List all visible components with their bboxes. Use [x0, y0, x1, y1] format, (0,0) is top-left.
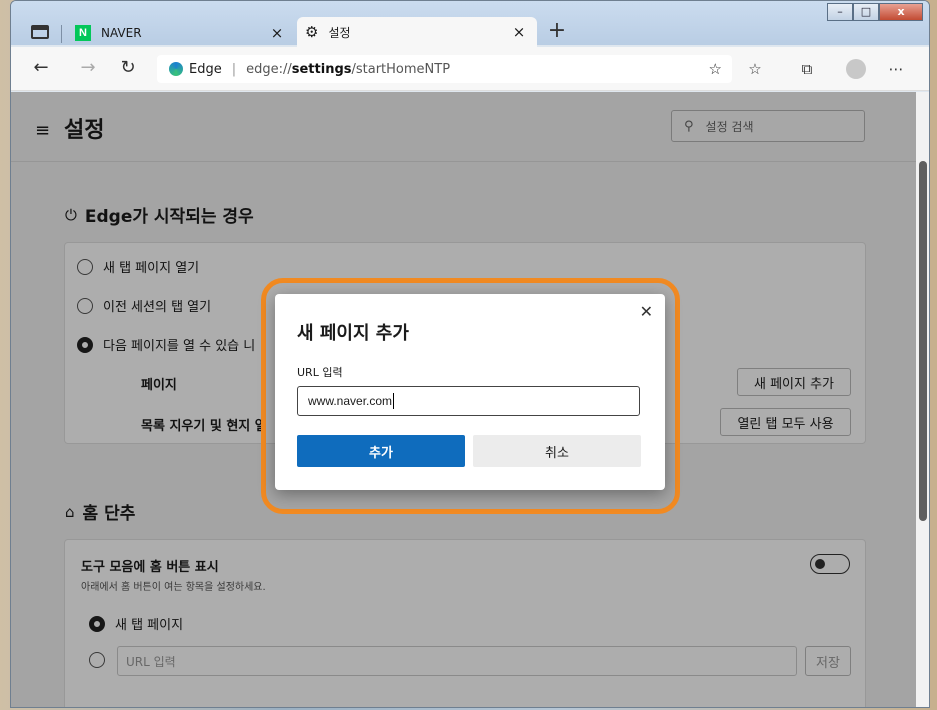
window-controls: – □ x: [827, 3, 923, 21]
edge-icon: [169, 62, 183, 76]
close-tab-icon[interactable]: ×: [509, 23, 529, 41]
add-button[interactable]: 추가: [297, 435, 465, 467]
gear-icon: ⚙: [305, 23, 319, 41]
more-options-icon[interactable]: ⋯: [885, 60, 907, 78]
address-path: /startHomeNTP: [351, 61, 451, 77]
tab-settings[interactable]: ⚙ 설정 ×: [297, 17, 537, 47]
close-window-button[interactable]: x: [879, 3, 923, 21]
text-caret: [393, 393, 395, 409]
maximize-button[interactable]: □: [853, 3, 879, 21]
scrollbar[interactable]: [919, 161, 927, 521]
refresh-icon[interactable]: ↻: [116, 57, 140, 78]
minimize-button[interactable]: –: [827, 3, 853, 21]
address-scheme: edge://: [246, 61, 292, 77]
browser-toolbar: ← → ↻ Edge | edge://settings/startHomeNT…: [11, 47, 929, 91]
address-brand: Edge: [189, 61, 222, 77]
cancel-button[interactable]: 취소: [473, 435, 641, 467]
collections-icon[interactable]: ⧉: [796, 60, 818, 78]
naver-icon: N: [75, 25, 91, 41]
close-icon[interactable]: ✕: [640, 302, 653, 321]
address-separator: |: [231, 61, 237, 77]
profile-avatar[interactable]: [846, 59, 866, 79]
url-label: URL 입력: [297, 366, 343, 379]
address-bar[interactable]: Edge | edge://settings/startHomeNTP ☆: [157, 55, 732, 83]
close-tab-icon[interactable]: ×: [267, 24, 287, 42]
tab-title: NAVER: [101, 26, 142, 40]
back-arrow-icon[interactable]: ←: [29, 57, 53, 78]
tab-title: 설정: [328, 25, 351, 40]
tab-actions-icon[interactable]: [31, 25, 49, 39]
tab-naver[interactable]: N NAVER ×: [67, 19, 295, 47]
favorites-icon[interactable]: ☆: [744, 60, 766, 78]
url-input-value: www.naver.com: [308, 394, 393, 408]
new-tab-button[interactable]: +: [544, 19, 570, 45]
add-page-dialog: ✕ 새 페이지 추가 URL 입력 www.naver.com 추가 취소: [275, 294, 665, 490]
tab-divider: [61, 25, 62, 43]
forward-arrow-icon[interactable]: →: [76, 57, 100, 78]
address-host: settings: [291, 61, 352, 77]
dialog-title: 새 페이지 추가: [297, 323, 409, 344]
url-input[interactable]: www.naver.com: [297, 386, 640, 416]
tab-bar: N NAVER × ⚙ 설정 × + – □ x: [11, 1, 929, 47]
add-favorite-icon[interactable]: ☆: [709, 60, 722, 78]
